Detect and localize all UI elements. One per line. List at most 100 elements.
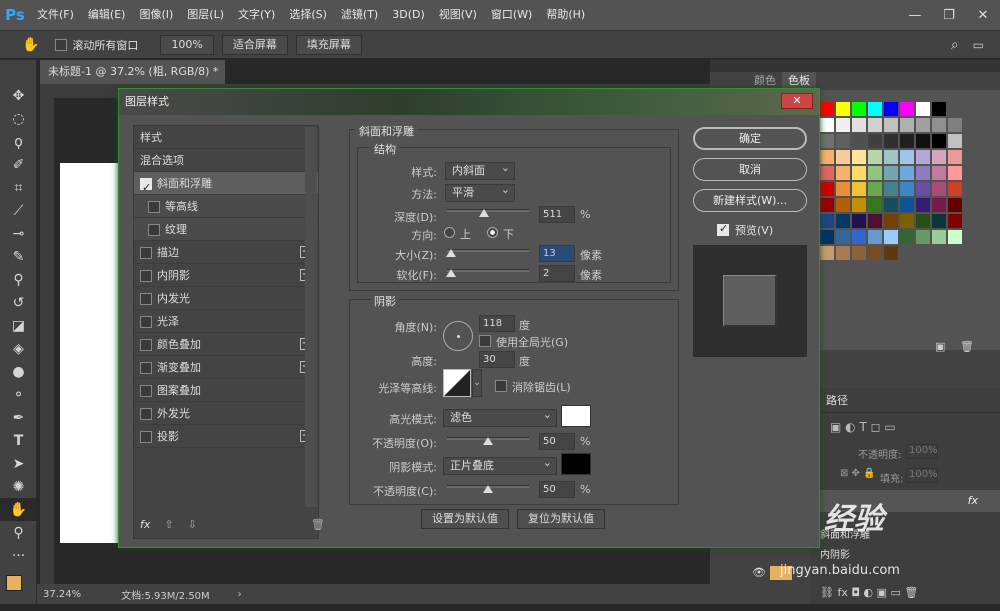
reset-default-button[interactable]: 复位为默认值 — [517, 509, 605, 529]
style-list-checkbox[interactable] — [140, 176, 152, 199]
style-list-checkbox[interactable] — [148, 201, 160, 213]
search-icon[interactable]: ⌕ — [951, 37, 959, 53]
angle-input[interactable]: 118 — [479, 315, 515, 332]
fx-menu-icon[interactable]: fx — [140, 518, 150, 531]
opacity-value[interactable]: 100% — [906, 444, 938, 459]
zoom-level[interactable]: 37.24% — [43, 589, 81, 600]
menu-2[interactable]: 图像(I) — [132, 0, 180, 30]
swatch[interactable] — [852, 182, 866, 196]
history-brush-icon[interactable]: ↺ — [0, 291, 37, 314]
swatch[interactable] — [932, 118, 946, 132]
style-list-item-2[interactable]: 斜面和浮雕 — [134, 172, 318, 199]
swatch[interactable] — [836, 118, 850, 132]
swatch[interactable] — [836, 102, 850, 116]
menu-9[interactable]: 窗口(W) — [484, 0, 539, 30]
swatch[interactable] — [836, 134, 850, 148]
swatch[interactable] — [868, 134, 882, 148]
style-list-checkbox[interactable] — [140, 408, 152, 420]
swatch[interactable] — [916, 118, 930, 132]
shadow-mode-select[interactable]: 正片叠底 — [443, 455, 557, 475]
swatch[interactable] — [948, 198, 962, 212]
swatch[interactable] — [836, 182, 850, 196]
swatch[interactable] — [916, 134, 930, 148]
style-list-item-11[interactable]: 图案叠加 — [134, 379, 318, 402]
shadow-color-swatch[interactable] — [561, 453, 591, 475]
highlight-mode-select[interactable]: 滤色 — [443, 407, 557, 427]
menu-1[interactable]: 编辑(E) — [81, 0, 133, 30]
swatch[interactable] — [852, 214, 866, 228]
swatch[interactable] — [900, 102, 914, 116]
menu-4[interactable]: 文字(Y) — [231, 0, 282, 30]
swatch[interactable] — [900, 166, 914, 180]
eyedropper-tool-icon[interactable]: ⟋ — [0, 199, 37, 222]
swatch[interactable] — [932, 214, 946, 228]
swatch[interactable] — [948, 150, 962, 164]
hand-tool-icon[interactable]: ✋ — [0, 498, 37, 521]
menu-8[interactable]: 视图(V) — [432, 0, 484, 30]
tab-paths[interactable]: 路径 — [826, 392, 848, 408]
set-default-button[interactable]: 设置为默认值 — [421, 509, 509, 529]
new-swatch-icon[interactable]: ▣ — [935, 340, 945, 353]
style-list-item-10[interactable]: 渐变叠加+ — [134, 356, 318, 379]
swatch[interactable] — [820, 182, 834, 196]
eraser-tool-icon[interactable]: ◪ — [0, 314, 37, 337]
swatch[interactable] — [852, 150, 866, 164]
swatch[interactable] — [932, 166, 946, 180]
swatch[interactable] — [884, 166, 898, 180]
swatch[interactable] — [884, 118, 898, 132]
brush-tool-icon[interactable]: ✎ — [0, 245, 37, 268]
direction-down-radio[interactable] — [487, 227, 498, 238]
shape-tool-icon[interactable]: ✺ — [0, 475, 37, 498]
cancel-button[interactable]: 取消 — [693, 158, 807, 181]
swatch[interactable] — [916, 102, 930, 116]
swatch[interactable] — [916, 166, 930, 180]
lock-icons[interactable]: ⊠ ✥ 🔒 — [840, 468, 876, 479]
scroll-all-checkbox[interactable] — [55, 38, 68, 51]
style-select[interactable]: 内斜面 — [445, 160, 515, 180]
swatch[interactable] — [900, 214, 914, 228]
style-list-checkbox[interactable] — [140, 339, 152, 351]
swatch[interactable] — [884, 150, 898, 164]
style-list-item-1[interactable]: 混合选项 — [134, 149, 318, 172]
size-slider[interactable] — [447, 249, 529, 252]
minimize-icon[interactable]: — — [898, 0, 932, 30]
swatch[interactable] — [884, 102, 898, 116]
stamp-tool-icon[interactable]: ⚲ — [0, 268, 37, 291]
swatch[interactable] — [852, 198, 866, 212]
swatch[interactable] — [948, 230, 962, 244]
swatch[interactable] — [836, 230, 850, 244]
swatch[interactable] — [948, 118, 962, 132]
swatch[interactable] — [836, 150, 850, 164]
swatch[interactable] — [884, 246, 898, 260]
swatch[interactable] — [868, 230, 882, 244]
quick-select-tool-icon[interactable]: ✐ — [0, 153, 37, 176]
swatch[interactable] — [820, 230, 834, 244]
highlight-opacity-input[interactable]: 50 — [539, 433, 575, 450]
zoom-100-button[interactable]: 100% — [160, 34, 214, 55]
status-arrow-icon[interactable]: › — [238, 589, 242, 600]
method-select[interactable]: 平滑 — [445, 182, 515, 202]
type-tool-icon[interactable]: T — [0, 429, 37, 452]
style-list-item-5[interactable]: 描边+ — [134, 241, 318, 264]
crop-tool-icon[interactable]: ⌗ — [0, 176, 37, 199]
swatch[interactable] — [836, 166, 850, 180]
canvas-document[interactable] — [60, 163, 120, 543]
style-list-item-7[interactable]: 内发光 — [134, 287, 318, 310]
swatch[interactable] — [916, 214, 930, 228]
dialog-title-bar[interactable]: 图层样式 — [119, 89, 819, 115]
size-input[interactable]: 13 — [539, 245, 575, 262]
menu-3[interactable]: 图层(L) — [180, 0, 231, 30]
swatch[interactable] — [932, 230, 946, 244]
ok-button[interactable]: 确定 — [693, 127, 807, 150]
swatch[interactable] — [884, 182, 898, 196]
style-list-checkbox[interactable] — [140, 316, 152, 328]
swatch[interactable] — [916, 182, 930, 196]
swatch[interactable] — [820, 166, 834, 180]
swatch[interactable] — [868, 182, 882, 196]
direction-up-radio[interactable] — [444, 227, 455, 238]
swatch[interactable] — [868, 150, 882, 164]
swatch[interactable] — [868, 118, 882, 132]
swatch[interactable] — [932, 198, 946, 212]
lasso-tool-icon[interactable]: ϙ — [0, 130, 37, 153]
highlight-opacity-knob[interactable] — [483, 437, 493, 445]
